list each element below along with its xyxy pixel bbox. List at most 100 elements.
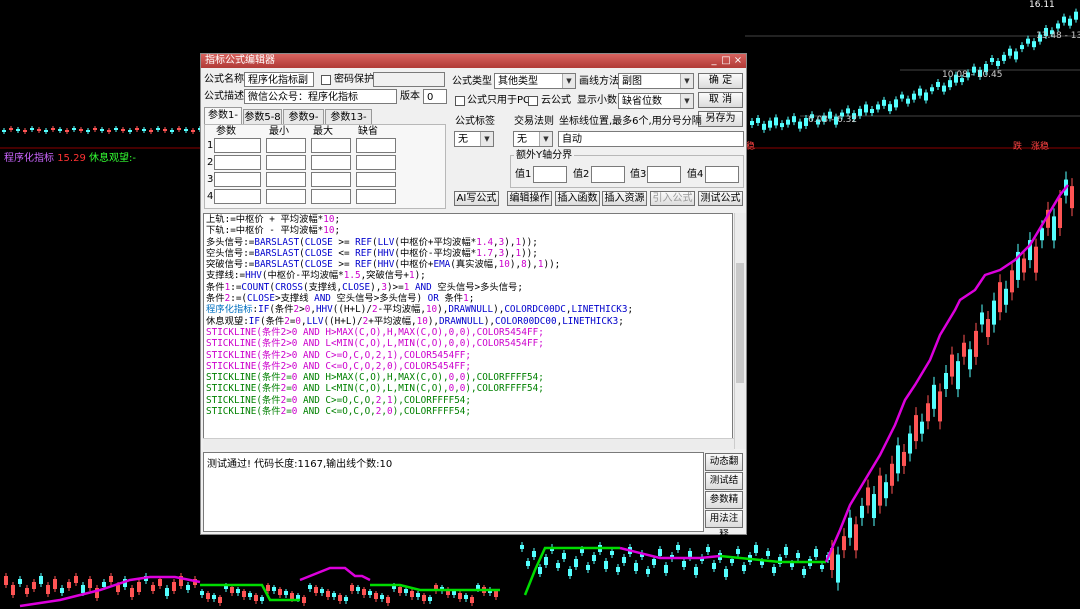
ok-button[interactable]: 确 定 <box>698 73 743 89</box>
candle-body <box>428 597 432 601</box>
password-label: 密码保护 <box>334 74 374 85</box>
candle-body <box>1008 48 1012 56</box>
insert-function-button[interactable]: 插入函数 <box>555 191 600 206</box>
code-line[interactable]: 下轨:=中枢价 - 平均波幅*10; <box>204 225 732 236</box>
pc-only-checkbox[interactable] <box>455 96 465 106</box>
y-value-input[interactable] <box>647 166 681 183</box>
test-formula-button[interactable]: 测试公式 <box>698 191 743 206</box>
code-line[interactable]: STICKLINE(条件2=0 AND C<=O,C,O,2,0),COLORF… <box>204 406 732 417</box>
candle-body <box>914 415 918 442</box>
insert-resource-button[interactable]: 插入资源 <box>602 191 647 206</box>
param-name-cell[interactable] <box>214 138 261 153</box>
code-line[interactable]: STICKLINE(条件2=0 AND L<MIN(C,O),L,MIN(C,O… <box>204 383 732 394</box>
formula-tag-select[interactable]: 无 ▼ <box>454 131 494 147</box>
code-line[interactable]: 空头信号:=BARSLAST(CLOSE <= REF(HHV(中枢价-平均波幅… <box>204 248 732 259</box>
tab-params-5-8[interactable]: 参数5-8 <box>243 109 282 124</box>
param-max-cell[interactable] <box>311 155 351 170</box>
dialog-titlebar[interactable]: 指标公式编辑器 <box>201 54 746 68</box>
code-line[interactable]: 支撑线:=HHV(中枢价-平均波幅*1.5,突破信号+1); <box>204 270 732 281</box>
param-wizard-button[interactable]: 参数精灵 <box>705 491 743 521</box>
candle-body <box>107 130 111 132</box>
param-default-cell[interactable] <box>356 155 396 170</box>
code-line[interactable]: 突破信号:=BARSLAST(CLOSE >= REF(HHV(中枢价+EMA(… <box>204 259 732 270</box>
decimals-select[interactable]: 缺省位数 ▼ <box>618 93 694 109</box>
close-icon[interactable]: × <box>732 55 744 67</box>
password-input[interactable] <box>373 72 445 87</box>
candle-body <box>792 116 796 123</box>
saveas-button[interactable]: 另存为 <box>698 111 743 127</box>
code-line[interactable]: STICKLINE(条件2>0 AND C>=O,C,O,2,1),COLOR5… <box>204 350 732 361</box>
candle-body <box>1022 258 1026 273</box>
usage-notes-button[interactable]: 用法注释 <box>705 510 743 540</box>
code-line[interactable]: 条件2:=(CLOSE>支撑线 AND 空头信号>多头信号) OR 条件1; <box>204 293 732 304</box>
code-line[interactable]: STICKLINE(条件2=0 AND H>MAX(C,O),H,MAX(C,O… <box>204 372 732 383</box>
param-name-cell[interactable] <box>214 155 261 170</box>
candle-body <box>860 505 864 518</box>
minimize-icon[interactable]: _ <box>708 55 720 67</box>
formula-desc-input[interactable]: 微信公众号：程序化指标 <box>244 89 397 104</box>
tab-params-9-12[interactable]: 参数9-12 <box>283 109 324 138</box>
cancel-button[interactable]: 取 消 <box>698 92 743 108</box>
import-formula-button[interactable]: 引入公式 <box>650 191 695 206</box>
cloud-checkbox[interactable] <box>528 96 538 106</box>
type-select[interactable]: 其他类型 ▼ <box>494 73 576 89</box>
maximize-icon[interactable]: □ <box>720 55 732 67</box>
param-min-cell[interactable] <box>266 138 306 153</box>
code-line[interactable]: STICKLINE(条件2=0 AND C>=O,C,O,2,1),COLORF… <box>204 395 732 406</box>
formula-name-input[interactable]: 程序化指标副 <box>244 72 314 87</box>
param-max-cell[interactable] <box>311 138 351 153</box>
candle-body <box>544 557 548 565</box>
code-line[interactable]: 休息观望:IF(条件2=0,LLV((H+L)/2+平均波幅,10),DRAWN… <box>204 316 732 327</box>
code-editor[interactable]: 上轨:=中枢价 + 平均波幅*10; 下轨:=中枢价 - 平均波幅*10; 多头信号… <box>203 213 733 449</box>
candle-body <box>470 597 474 603</box>
y-value-input[interactable] <box>591 166 625 183</box>
password-checkbox[interactable] <box>321 75 331 85</box>
param-name-cell[interactable] <box>214 172 261 187</box>
code-vertical-scrollbar[interactable] <box>734 213 746 449</box>
candle-body <box>476 585 480 589</box>
param-name-cell[interactable] <box>214 189 261 204</box>
candle-body <box>652 559 656 565</box>
edit-ops-button[interactable]: 编辑操作 <box>507 191 552 206</box>
candle-body <box>780 123 784 128</box>
param-min-cell[interactable] <box>266 189 306 204</box>
draw-select[interactable]: 副图 ▼ <box>618 73 694 89</box>
code-line[interactable]: STICKLINE(条件2>0 AND C<=O,C,O,2,0),COLOR5… <box>204 361 732 372</box>
param-min-cell[interactable] <box>266 172 306 187</box>
dynamic-translate-button[interactable]: 动态翻译 <box>705 453 743 483</box>
scrollbar-thumb[interactable] <box>736 263 744 383</box>
version-input[interactable]: 0 <box>423 89 447 104</box>
candle-body <box>634 563 638 571</box>
param-default-cell[interactable] <box>356 138 396 153</box>
axis-input[interactable]: 自动 <box>558 131 744 147</box>
ai-write-button[interactable]: AI写公式 <box>454 191 499 206</box>
type-value: 其他类型 <box>498 76 538 87</box>
param-max-cell[interactable] <box>311 172 351 187</box>
candle-body <box>165 588 169 596</box>
y-value-input[interactable] <box>705 166 739 183</box>
candle-body <box>520 545 524 549</box>
param-min-cell[interactable] <box>266 155 306 170</box>
code-line[interactable]: 程序化指标:IF(条件2>0,HHV((H+L)/2-平均波幅,10),DRAW… <box>204 304 732 315</box>
candle-body <box>918 88 922 96</box>
param-max-cell[interactable] <box>311 189 351 204</box>
y-value-input[interactable] <box>533 166 567 183</box>
param-default-cell[interactable] <box>356 189 396 204</box>
candle-body <box>344 597 348 601</box>
code-line[interactable]: STICKLINE(条件2>0 AND L<MIN(C,O),L,MIN(C,O… <box>204 338 732 349</box>
candle-body <box>848 517 852 538</box>
candle-body <box>694 567 698 575</box>
tab-params-1-4[interactable]: 参数1-4 <box>204 107 242 136</box>
test-result-button[interactable]: 测试结果 <box>705 472 743 502</box>
param-default-cell[interactable] <box>356 172 396 187</box>
code-horizontal-scrollbar[interactable] <box>203 438 734 450</box>
code-line[interactable]: 条件1:=COUNT(CROSS(支撑线,CLOSE),3)>=1 AND 空头… <box>204 282 732 293</box>
candle-body <box>562 553 566 559</box>
code-line[interactable]: 上轨:=中枢价 + 平均波幅*10; <box>204 214 732 225</box>
candle-body <box>760 561 764 565</box>
code-line[interactable]: 多头信号:=BARSLAST(CLOSE >= REF(LLV(中枢价+平均波幅… <box>204 237 732 248</box>
tab-params-13-16[interactable]: 参数13-16 <box>325 109 372 138</box>
code-line[interactable]: STICKLINE(条件2>0 AND H>MAX(C,O),H,MAX(C,O… <box>204 327 732 338</box>
candle-body <box>1002 54 1006 61</box>
trade-rule-select[interactable]: 无 ▼ <box>513 131 553 147</box>
